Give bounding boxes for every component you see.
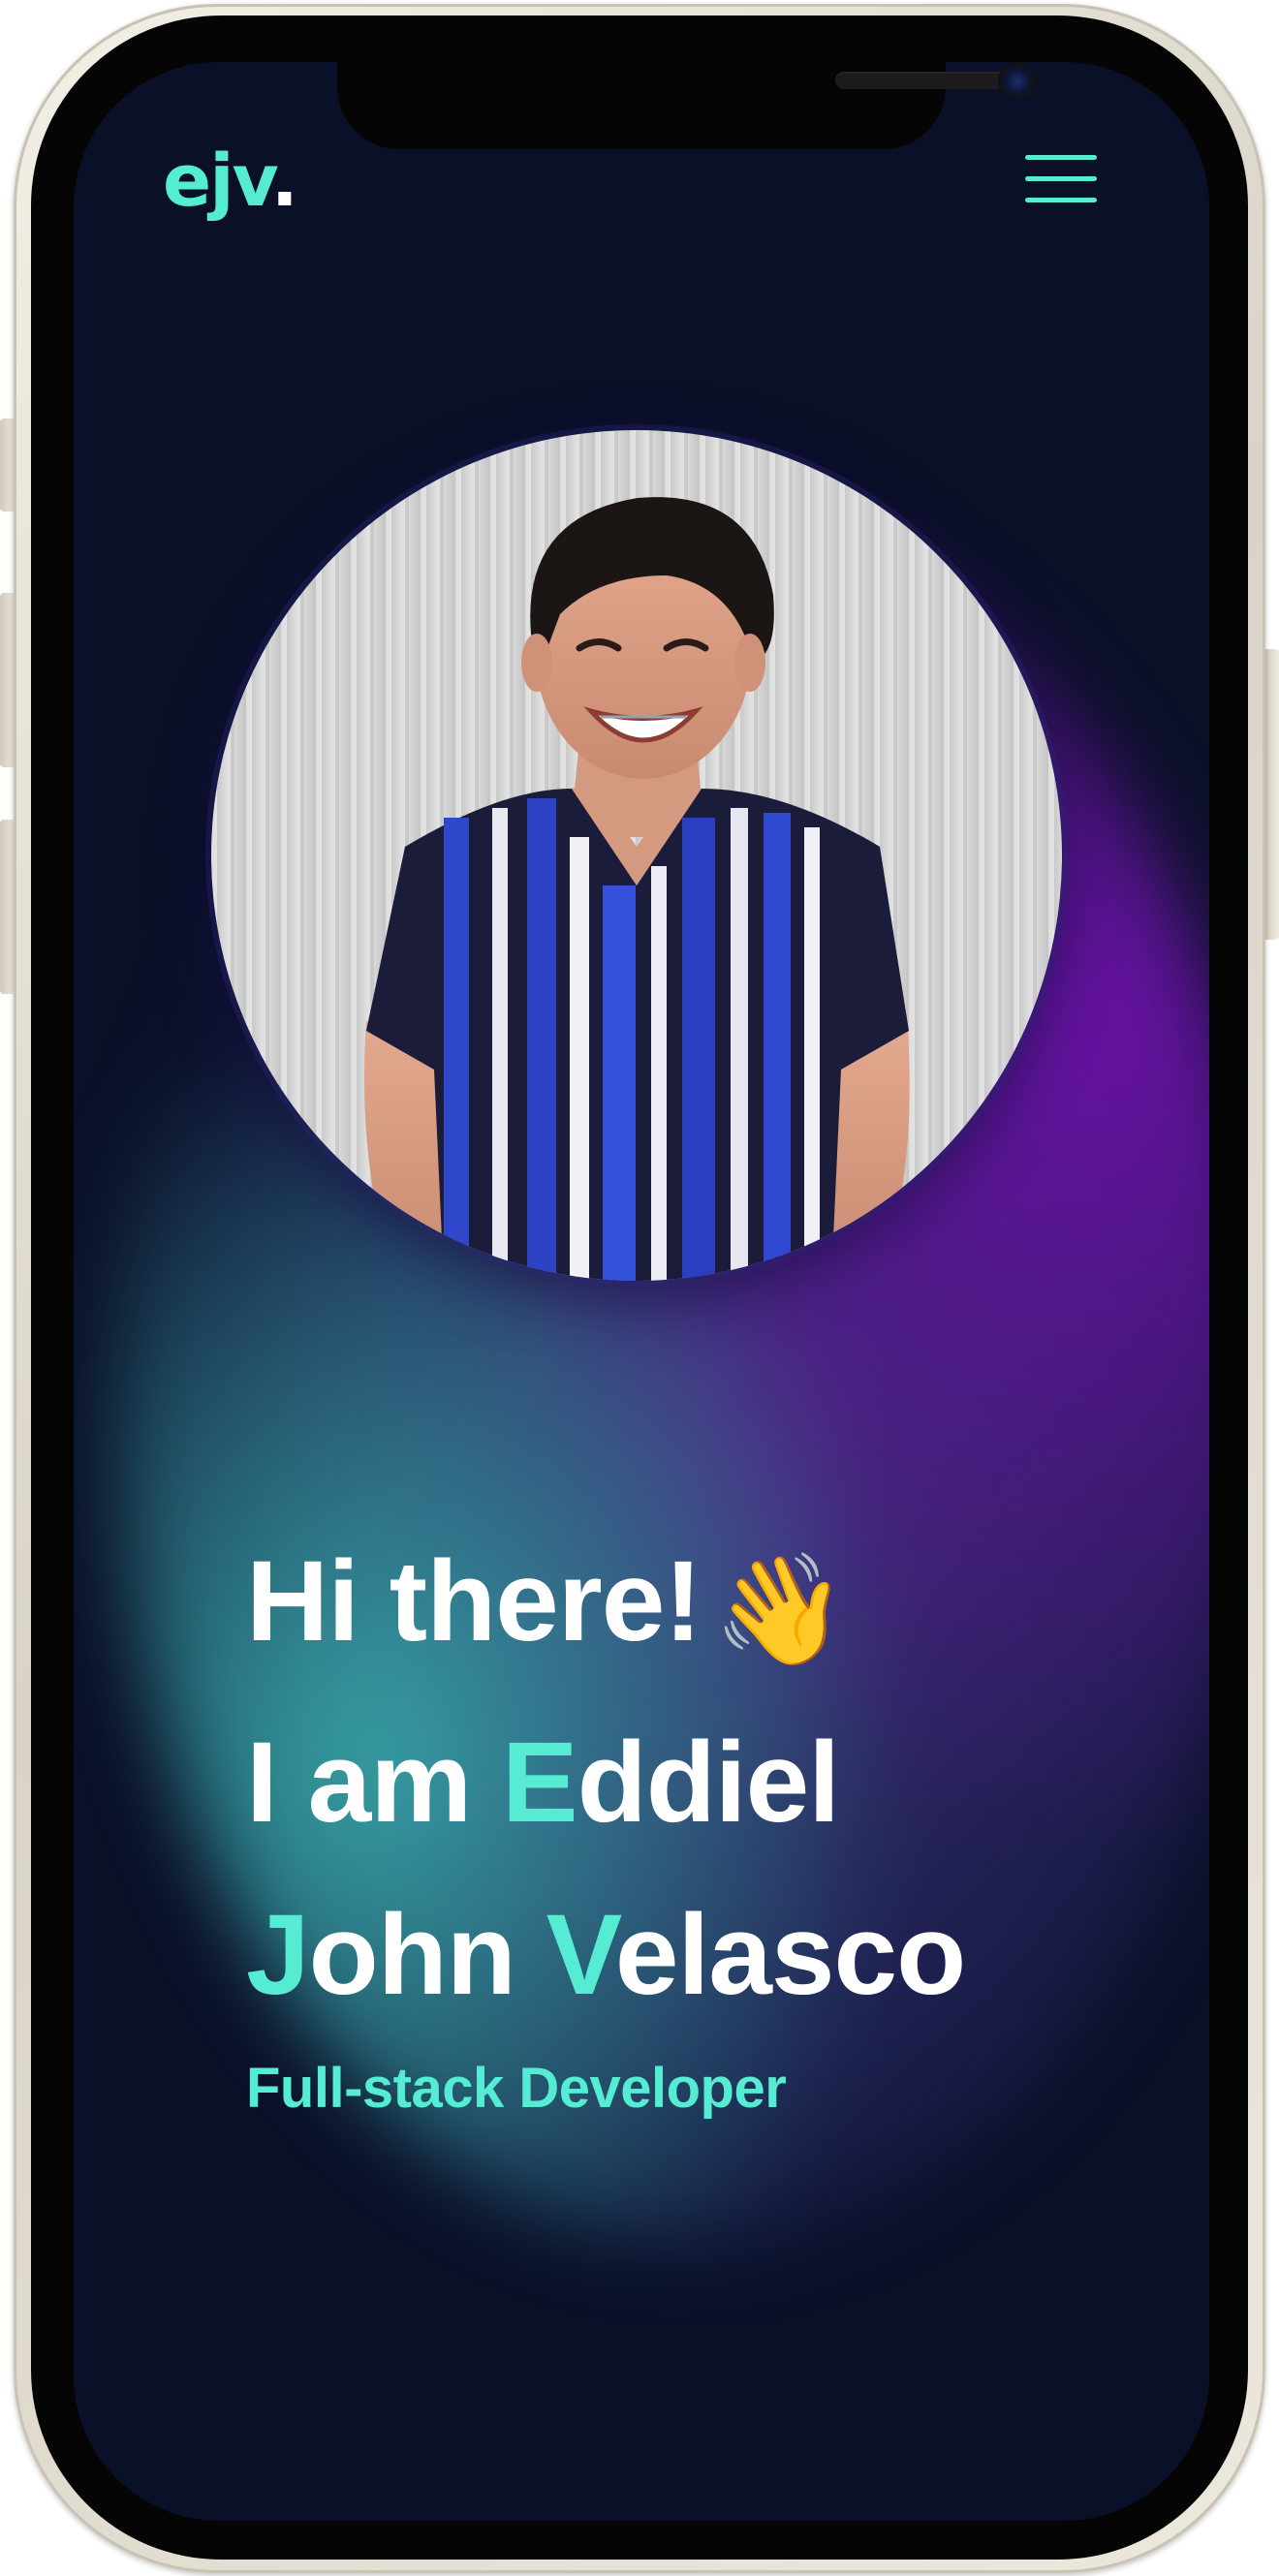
waving-hand-icon: 👋 [712,1548,848,1670]
role-subtitle: Full-stack Developer [246,2056,787,2120]
site-logo[interactable]: ejv. [163,140,298,223]
screen: ejv. Hi there! 👋 I am Eddiel John Velasc… [74,62,1209,2521]
middle-name-rest: ohn [308,1890,546,2019]
logo-dot: . [270,140,298,223]
menu-line [1025,155,1097,160]
first-name-rest: ddiel [577,1718,840,1847]
device-mockup: ejv. Hi there! 👋 I am Eddiel John Velasc… [0,0,1279,2576]
menu-line [1025,176,1097,181]
menu-line [1025,198,1097,202]
intro-heading: I am Eddiel [246,1696,1118,1869]
notch [337,62,1037,149]
hero-section: Hi there! 👋 I am Eddiel John Velasco Full… [246,1515,1118,2132]
logo-text: ejv [163,140,273,223]
intro-text: I am [246,1718,502,1847]
greeting-heading: Hi there! 👋 [246,1515,1118,1696]
hamburger-menu-icon[interactable] [1025,151,1097,209]
first-initial: E [501,1718,578,1847]
profile-photo-illustration [211,430,1062,1281]
front-camera [998,62,1037,101]
power-button [1263,649,1279,940]
middle-initial: J [246,1890,310,2019]
earpiece-speaker [835,72,1010,89]
greeting-text: Hi there! [246,1537,702,1665]
profile-photo [211,430,1062,1281]
name-heading: John Velasco [246,1869,1118,2041]
last-name-rest: elasco [614,1890,966,2019]
last-initial: V [546,1890,616,2019]
